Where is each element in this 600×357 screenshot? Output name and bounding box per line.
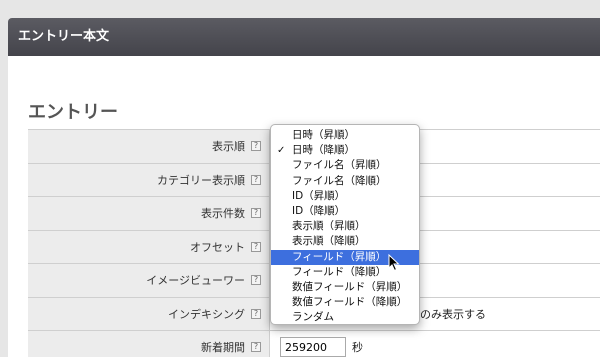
row-label: インデキシング ? <box>28 297 270 330</box>
panel-header: エントリー本文 <box>8 18 600 56</box>
row-label: カテゴリー表示順 ? <box>28 163 270 196</box>
row-label: 表示件数 ? <box>28 197 270 230</box>
row-label-text: カテゴリー表示順 <box>157 173 245 187</box>
row-label-text: 新着期間 <box>201 341 245 355</box>
new-period-value: 秒 <box>270 331 600 357</box>
dropdown-option[interactable]: ランダム <box>271 310 419 325</box>
dropdown-option[interactable]: 表示順（降順） <box>271 234 419 249</box>
dropdown-option[interactable]: ID（昇順） <box>271 189 419 204</box>
help-icon[interactable]: ? <box>251 342 261 353</box>
help-icon[interactable]: ? <box>251 308 261 319</box>
dropdown-option[interactable]: 数値フィールド（降順） <box>271 295 419 310</box>
dropdown-option[interactable]: ファイル名（降順） <box>271 174 419 189</box>
section-title: エントリー <box>28 102 118 123</box>
check-icon: ✓ <box>277 145 286 157</box>
new-period-input[interactable] <box>280 337 346 357</box>
help-icon[interactable]: ? <box>251 241 261 252</box>
row-label-text: 表示順 <box>212 140 245 154</box>
help-icon[interactable]: ? <box>251 141 261 152</box>
dropdown-option[interactable]: 表示順（昇順） <box>271 219 419 234</box>
dropdown-option[interactable]: ファイル名（昇順） <box>271 158 419 173</box>
dropdown-option[interactable]: ID（降順） <box>271 204 419 219</box>
row-label: オフセット ? <box>28 230 270 263</box>
row-label: 新着期間 ? <box>28 331 270 357</box>
row-label-text: インデキシング <box>168 307 245 321</box>
row-new-period: 新着期間 ? 秒 <box>28 331 600 357</box>
dropdown-option[interactable]: 数値フィールド（昇順） <box>271 280 419 295</box>
help-icon[interactable]: ? <box>251 208 261 219</box>
row-label-text: イメージビューワー <box>146 274 245 288</box>
panel-header-title: エントリー本文 <box>18 29 110 44</box>
new-period-unit: 秒 <box>352 341 363 355</box>
row-label: イメージビューワー ? <box>28 264 270 297</box>
row-label-text: オフセット <box>190 240 245 254</box>
mouse-pointer-icon <box>388 254 400 272</box>
help-icon[interactable]: ? <box>251 275 261 286</box>
row-label: 表示順 ? <box>28 130 270 163</box>
dropdown-option-selected[interactable]: ✓ 日時（降順） <box>271 143 419 158</box>
help-icon[interactable]: ? <box>251 174 261 185</box>
dropdown-option[interactable]: 日時（昇順） <box>271 128 419 143</box>
sort-order-dropdown-menu: 日時（昇順） ✓ 日時（降順） ファイル名（昇順） ファイル名（降順） ID（昇順… <box>270 124 420 325</box>
row-label-text: 表示件数 <box>201 207 245 221</box>
